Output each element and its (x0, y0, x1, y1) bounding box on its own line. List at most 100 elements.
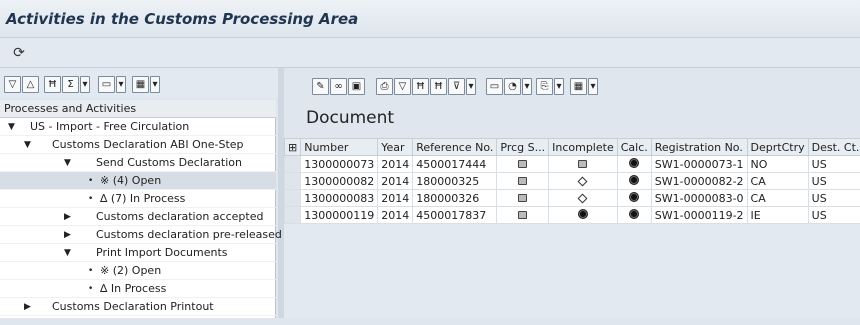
export-dropdown-icon[interactable]: ▾ (150, 76, 160, 93)
chevron-right-icon[interactable]: ▶ (64, 208, 71, 226)
cell-year: 2014 (377, 189, 414, 207)
tree-toolbar: ▽ △ Ħ Σ ▾ ▭ ▾ ▦ ▾ (0, 68, 278, 98)
row-selector[interactable] (283, 155, 302, 173)
cell-calc (616, 155, 652, 173)
select-all-icon[interactable]: ⊞ (283, 138, 302, 156)
tree-node-open-2[interactable]: • ※ (2) Open (0, 262, 276, 280)
tree-node-send-declaration[interactable]: ▼ Send Customs Declaration (0, 154, 276, 172)
traffic-light-icon (629, 174, 640, 185)
cell-registration: SW1-0000082-2 (650, 172, 748, 190)
cell-deprt-ctry: NO (746, 155, 809, 173)
table-header-row: ⊞ Number Year Reference No. Prcg S... In… (283, 138, 860, 156)
column-header-dest-ctry[interactable]: Dest. Ct... (807, 138, 860, 156)
cell-number[interactable]: 1300000083 (300, 189, 379, 207)
column-header-deprt-ctry[interactable]: DeprtCtry (746, 138, 809, 156)
tree-node-declaration-pre-released[interactable]: ▶ Customs declaration pre-released (0, 226, 282, 244)
chevron-down-icon[interactable]: ▼ (64, 244, 71, 262)
cell-incomplete (548, 189, 618, 207)
link-icon[interactable]: ∞ (330, 78, 347, 95)
column-header-year[interactable]: Year (377, 138, 414, 156)
cell-reference: 4500017837 (412, 206, 498, 224)
graphic-icon[interactable]: ◔ (504, 78, 521, 95)
status-diamond-icon (577, 176, 588, 186)
tree-node-label: Customs Declaration Printout (52, 300, 214, 313)
collapse-all-icon[interactable]: △ (22, 76, 39, 93)
chevron-down-icon[interactable]: ▼ (8, 118, 15, 136)
cell-deprt-ctry: IE (746, 206, 809, 224)
column-header-incomplete[interactable]: Incomplete (548, 138, 618, 156)
find-icon[interactable]: Ħ (44, 76, 61, 93)
bullet-icon: • (88, 284, 94, 294)
cell-year: 2014 (377, 155, 414, 173)
document-heading: Document (306, 108, 395, 128)
traffic-light-icon (577, 208, 588, 219)
column-header-reference[interactable]: Reference No. (412, 138, 498, 156)
refresh-icon[interactable]: ⟳ (10, 44, 28, 62)
cell-number[interactable]: 1300000082 (300, 172, 379, 190)
columns-dropdown-icon[interactable]: ▾ (588, 78, 598, 95)
tree-node-label: Customs declaration accepted (96, 210, 264, 223)
table-row[interactable]: 1300000119 2014 4500017837 SW1-0000119-2… (283, 206, 860, 224)
table-row[interactable]: 1300000073 2014 4500017444 SW1-0000073-1… (283, 155, 860, 173)
cell-prcg-status (496, 172, 550, 190)
application-toolbar: ⟳ (0, 38, 860, 68)
cell-incomplete (548, 172, 618, 190)
column-header-registration[interactable]: Registration No. (650, 138, 748, 156)
display-icon[interactable]: ▣ (348, 78, 365, 95)
cell-calc (616, 206, 652, 224)
find-next-icon[interactable]: Ħ (430, 78, 447, 95)
traffic-light-icon (629, 208, 640, 219)
sum-dropdown-icon[interactable]: ▾ (80, 76, 90, 93)
traffic-light-icon (629, 157, 640, 168)
export-dropdown-icon[interactable]: ▾ (554, 78, 564, 95)
tree-node-in-process[interactable]: • ∆ In Process (0, 280, 276, 298)
expand-all-icon[interactable]: ▽ (4, 76, 21, 93)
layout-icon[interactable]: ▭ (98, 76, 115, 93)
bullet-icon: • (88, 176, 94, 186)
tree-node-open-4[interactable]: • ※ (4) Open (0, 172, 276, 190)
row-selector[interactable] (283, 206, 302, 224)
layout-icon[interactable]: ▭ (486, 78, 503, 95)
layout-dropdown-icon[interactable]: ▾ (116, 76, 126, 93)
find-icon[interactable]: Ħ (412, 78, 429, 95)
cell-number[interactable]: 1300000119 (300, 206, 379, 224)
table-row[interactable]: 1300000082 2014 180000325 SW1-0000082-2 … (283, 172, 860, 190)
table-row[interactable]: 1300000083 2014 180000326 SW1-0000083-0 … (283, 189, 860, 207)
cell-dest-ctry: US (807, 155, 860, 173)
print-icon[interactable]: ⎙ (376, 78, 393, 95)
column-header-calc[interactable]: Calc. (616, 138, 652, 156)
row-selector[interactable] (283, 189, 302, 207)
tree-node-declaration-printout[interactable]: ▶ Customs Declaration Printout (0, 298, 276, 316)
cell-reference: 180000325 (412, 172, 498, 190)
column-header-number[interactable]: Number (300, 138, 379, 156)
document-grid: ⊞ Number Year Reference No. Prcg S... In… (283, 138, 860, 318)
sum-icon[interactable]: Σ (62, 76, 79, 93)
chevron-right-icon[interactable]: ▶ (64, 226, 71, 244)
row-selector[interactable] (283, 172, 302, 190)
tree-node-abi-one-step[interactable]: ▼ Customs Declaration ABI One-Step (0, 136, 276, 154)
filter-icon[interactable]: ▽ (394, 78, 411, 95)
cell-number[interactable]: 1300000073 (300, 155, 379, 173)
grid-toolbar: ✎ ∞ ▣ ⎙ ▽ Ħ Ħ ⊽ ▾ ▭ ◔ ▾ ⎘ ▾ ▦ ▾ (296, 78, 856, 100)
tree-node-us-import[interactable]: ▼ US - Import - Free Circulation (0, 118, 276, 136)
edit-icon[interactable]: ✎ (312, 78, 329, 95)
status-square-icon (518, 176, 528, 185)
export-icon[interactable]: ▦ (132, 76, 149, 93)
tree-node-label: ∆ (7) In Process (100, 192, 186, 205)
graphic-dropdown-icon[interactable]: ▾ (522, 78, 532, 95)
chevron-right-icon[interactable]: ▶ (24, 298, 31, 316)
filter-dropdown-icon[interactable]: ▾ (466, 78, 476, 95)
tree-node-declaration-accepted[interactable]: ▶ Customs declaration accepted (0, 208, 276, 226)
export-icon[interactable]: ⎘ (536, 78, 553, 95)
chevron-down-icon[interactable]: ▼ (24, 136, 31, 154)
tree-node-print-import-documents[interactable]: ▼ Print Import Documents (0, 244, 276, 262)
columns-icon[interactable]: ▦ (570, 78, 587, 95)
cell-reference: 180000326 (412, 189, 498, 207)
set-filter-icon[interactable]: ⊽ (448, 78, 465, 95)
cell-prcg-status (496, 155, 550, 173)
bullet-icon: • (88, 266, 94, 276)
chevron-down-icon[interactable]: ▼ (64, 154, 71, 172)
tree-node-in-process-7[interactable]: • ∆ (7) In Process (0, 190, 276, 208)
status-diamond-icon (577, 193, 588, 203)
column-header-prcg-status[interactable]: Prcg S... (496, 138, 550, 156)
